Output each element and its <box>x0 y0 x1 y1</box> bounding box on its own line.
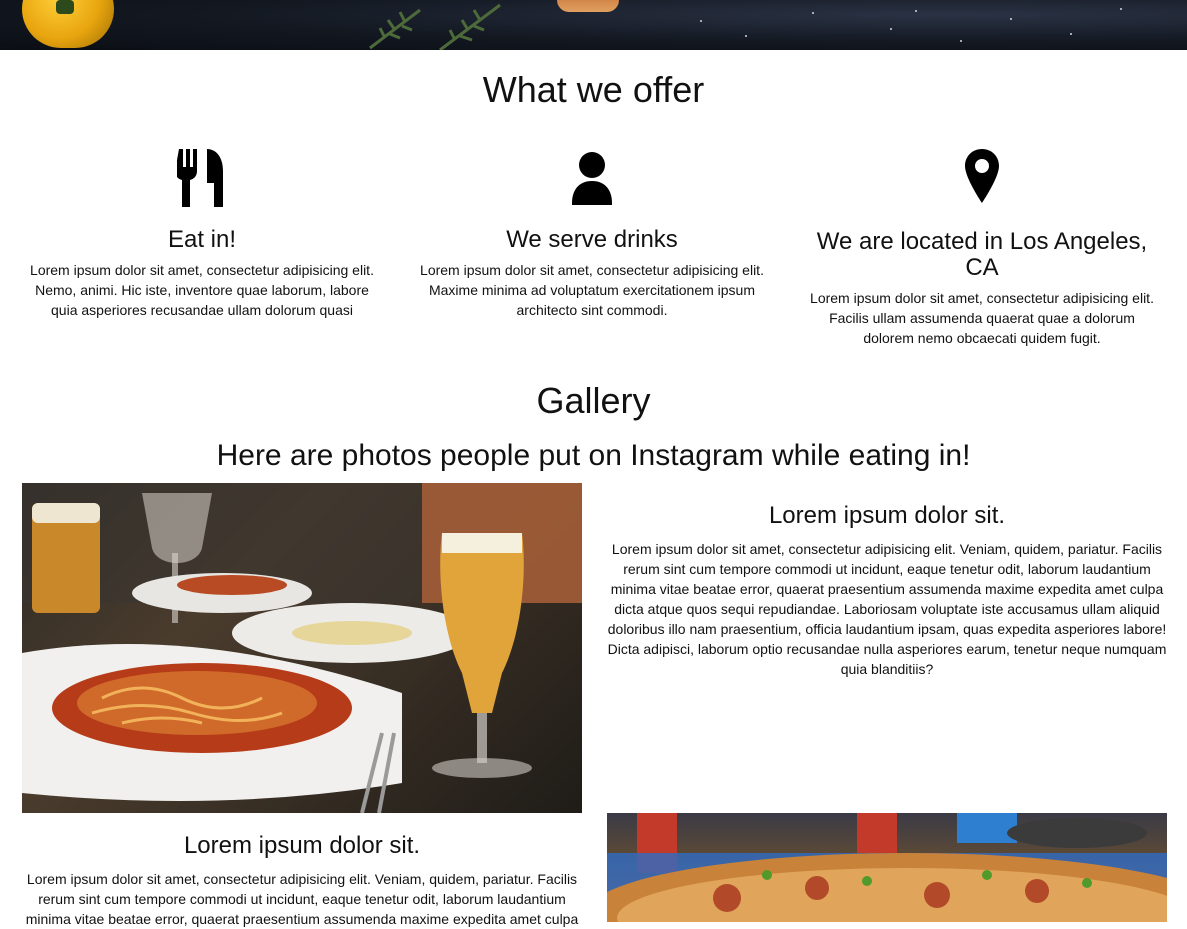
pizza-photo-art <box>607 813 1167 922</box>
feature-title: We are located in Los Angeles, CA <box>816 228 1148 281</box>
sparkle <box>745 35 747 37</box>
gallery-subtitle: Here are photos people put on Instagram … <box>216 439 971 472</box>
gallery-photo-pizza <box>607 813 1167 922</box>
sparkle <box>700 20 702 22</box>
fork-knife-icon <box>177 149 223 207</box>
gallery-item-heading: Lorem ipsum dolor sit. <box>183 832 421 859</box>
feature-text: Lorem ipsum dolor sit amet, consectetur … <box>30 262 374 318</box>
sparkle <box>915 10 917 12</box>
feature-title: We serve drinks <box>506 226 678 253</box>
pasta-photo-art <box>22 483 582 813</box>
rosemary-decoration <box>369 3 501 50</box>
gallery-item-text: Lorem ipsum dolor sit amet, consectetur … <box>607 541 1167 677</box>
feature-drinks: We serve drinks Lorem ipsum dolor sit am… <box>412 147 772 320</box>
gallery-text-block: Lorem ipsum dolor sit. Lorem ipsum dolor… <box>607 503 1167 679</box>
sparkle <box>1010 18 1012 20</box>
offer-title: What we offer <box>482 69 705 110</box>
feature-location: We are located in Los Angeles, CA Lorem … <box>802 147 1162 348</box>
sparkle <box>812 12 814 14</box>
feature-title: Eat in! <box>167 226 237 253</box>
user-icon <box>572 152 612 205</box>
gallery-item-text: Lorem ipsum dolor sit amet, consectetur … <box>25 871 579 927</box>
pepper-stem-decoration <box>56 0 74 14</box>
feature-text: Lorem ipsum dolor sit amet, consectetur … <box>810 290 1154 346</box>
gallery-text-block: Lorem ipsum dolor sit. Lorem ipsum dolor… <box>22 833 582 929</box>
gallery-item-heading: Lorem ipsum dolor sit. <box>768 502 1006 529</box>
hero-image <box>0 0 1187 50</box>
sparkle <box>890 28 892 30</box>
feature-text: Lorem ipsum dolor sit amet, consectetur … <box>420 262 764 318</box>
gallery-photo-pasta <box>22 483 582 813</box>
pizza-slice-decoration <box>557 0 619 12</box>
sparkle <box>960 40 962 42</box>
feature-eat-in: Eat in! Lorem ipsum dolor sit amet, cons… <box>22 147 382 320</box>
map-marker-icon <box>965 149 999 203</box>
gallery-title: Gallery <box>536 380 651 421</box>
sparkle <box>1120 8 1122 10</box>
sparkle <box>1070 33 1072 35</box>
